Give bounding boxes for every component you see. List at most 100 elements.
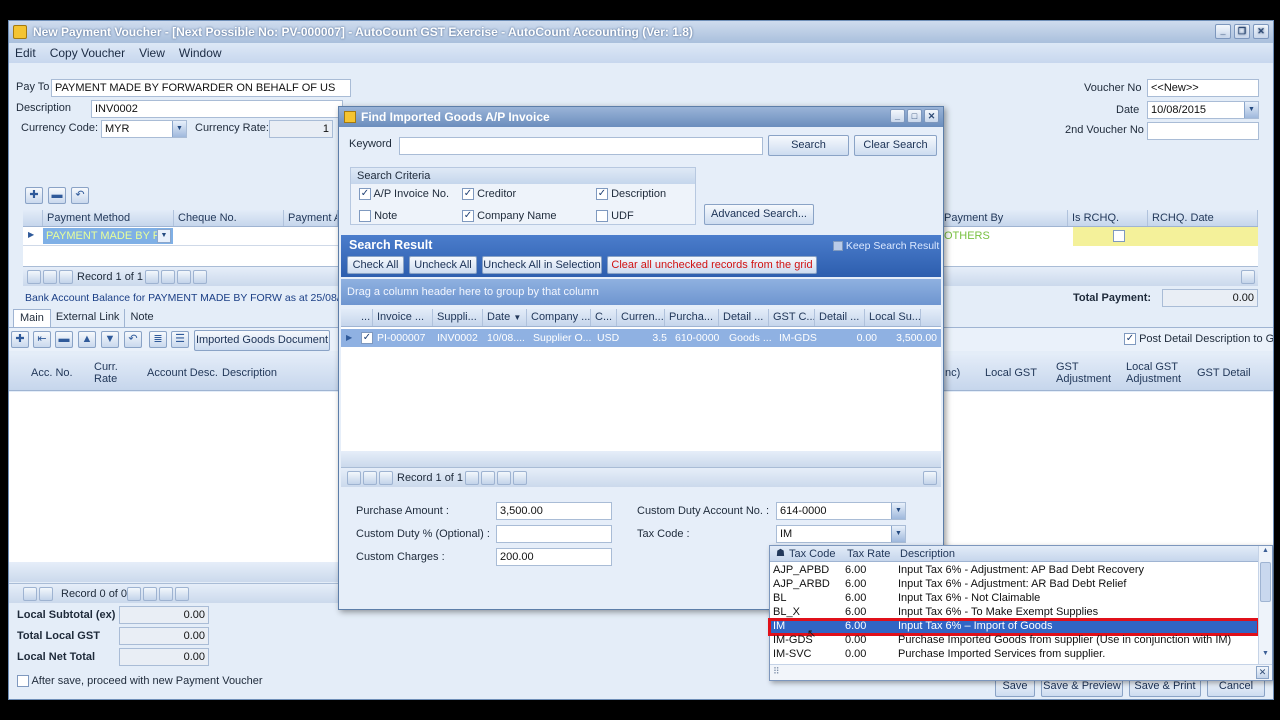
post-detail-checkbox[interactable]: ✓: [1124, 333, 1136, 346]
col-invoice[interactable]: Invoice ...: [373, 309, 433, 326]
close-popup-icon[interactable]: ✕: [1256, 666, 1269, 679]
tab-note[interactable]: Note: [125, 309, 158, 327]
next-record-icon[interactable]: [465, 471, 479, 485]
chevron-down-icon[interactable]: ▼: [157, 229, 171, 243]
chevron-down-icon[interactable]: ▼: [1244, 102, 1258, 118]
minimize-button[interactable]: _: [1215, 24, 1231, 39]
resize-grip-icon[interactable]: ⠿: [773, 666, 780, 677]
col-currency[interactable]: C...: [591, 309, 617, 326]
tax-col-rate[interactable]: Tax Rate: [847, 548, 890, 560]
rchq-cells[interactable]: [1073, 227, 1258, 246]
col-company[interactable]: Company ...: [527, 309, 591, 326]
menu-copy-voucher[interactable]: Copy Voucher: [50, 46, 125, 60]
scroll-thumb[interactable]: [1260, 562, 1271, 602]
tab-main[interactable]: Main: [13, 309, 51, 327]
menu-window[interactable]: Window: [179, 46, 222, 60]
row-select-checkbox[interactable]: ✓: [361, 332, 373, 344]
clear-search-button[interactable]: Clear Search: [854, 135, 937, 156]
first-record-icon[interactable]: [347, 471, 361, 485]
custom-charges-field[interactable]: 200.00: [496, 548, 612, 566]
chevron-down-icon[interactable]: ▼: [891, 526, 905, 542]
next-page-icon[interactable]: [481, 471, 495, 485]
criteria-description[interactable]: ✓ Description: [596, 188, 666, 201]
prev-record-icon[interactable]: [39, 587, 53, 601]
tax-code-row[interactable]: IM-SVC 0.00 Purchase Imported Services fro…: [770, 648, 1258, 662]
col-payment-by[interactable]: Payment By: [938, 210, 1068, 226]
first-record-icon[interactable]: [27, 270, 41, 284]
criteria-ap-invoice-checkbox[interactable]: ✓: [359, 188, 371, 201]
col-amount-inc[interactable]: nc): [945, 355, 960, 391]
add-row-icon[interactable]: ✚: [25, 187, 43, 204]
col-is-rchq[interactable]: Is RCHQ.: [1068, 210, 1148, 226]
uncheck-all-button[interactable]: Uncheck All: [409, 256, 477, 274]
col-purchase[interactable]: Purcha...: [665, 309, 719, 326]
tax-col-description[interactable]: Description: [900, 548, 955, 560]
post-detail-option[interactable]: ✓ Post Detail Description to G/L: [1124, 333, 1273, 346]
prev-page-icon[interactable]: [43, 270, 57, 284]
check-all-button[interactable]: Check All: [347, 256, 404, 274]
criteria-note-checkbox[interactable]: [359, 210, 371, 223]
col-select[interactable]: ...: [341, 309, 373, 326]
tax-code-row[interactable]: BL 6.00 Input Tax 6% - Not Claimable: [770, 592, 1258, 606]
scroll-left-icon[interactable]: [513, 471, 527, 485]
col-local-gst[interactable]: Local GST: [985, 355, 1037, 391]
custom-duty-pct-field[interactable]: [496, 525, 612, 543]
tab-external-link[interactable]: External Link: [51, 309, 126, 327]
col-payment-method[interactable]: Payment Method: [43, 210, 174, 226]
payment-grid-row[interactable]: ▶ PAYMENT MADE BY F... ▼: [23, 227, 338, 246]
col-gst-code[interactable]: GST C...: [769, 309, 815, 326]
insert-detail-icon[interactable]: ⇤: [33, 331, 51, 348]
dialog-maximize-button[interactable]: □: [907, 109, 922, 123]
scroll-right-icon[interactable]: [923, 471, 937, 485]
notes-icon[interactable]: ≣: [149, 331, 167, 348]
restore-button[interactable]: ❐: [1234, 24, 1250, 39]
col-detail-amount[interactable]: Detail ...: [815, 309, 865, 326]
tax-code-dropdown[interactable]: IM ▼: [776, 525, 906, 543]
col-supplier[interactable]: Suppli...: [433, 309, 483, 326]
tax-code-row[interactable]: AJP_APBD 6.00 Input Tax 6% - Adjustment: A…: [770, 564, 1258, 578]
menu-edit[interactable]: Edit: [15, 46, 36, 60]
criteria-company-name[interactable]: ✓ Company Name: [462, 210, 557, 223]
undo-detail-icon[interactable]: ↶: [124, 331, 142, 348]
dialog-close-button[interactable]: ✕: [924, 109, 939, 123]
keep-search-result-option[interactable]: Keep Search Result: [833, 240, 939, 252]
last-record-icon[interactable]: [159, 587, 173, 601]
col-gst-adjustment[interactable]: GST Adjustment: [1056, 355, 1116, 391]
currency-code-dropdown[interactable]: MYR ▼: [101, 120, 187, 138]
tax-code-row[interactable]: IM-GDS 0.00 Purchase Imported Goods from s…: [770, 634, 1258, 648]
advanced-search-button[interactable]: Advanced Search...: [704, 204, 814, 225]
criteria-description-checkbox[interactable]: ✓: [596, 188, 608, 201]
undo-icon[interactable]: ↶: [71, 187, 89, 204]
second-voucher-field[interactable]: [1147, 122, 1259, 140]
criteria-ap-invoice[interactable]: ✓ A/P Invoice No.: [359, 188, 449, 201]
next-record-icon[interactable]: [127, 587, 141, 601]
uncheck-all-selection-button[interactable]: Uncheck All in Selection: [482, 256, 602, 274]
col-cheque-no[interactable]: Cheque No.: [174, 210, 284, 226]
col-account-desc[interactable]: Account Desc.: [147, 355, 218, 391]
purchase-amount-field[interactable]: 3,500.00: [496, 502, 612, 520]
imported-goods-document-button[interactable]: Imported Goods Document: [194, 330, 330, 351]
payment-grid-row-right[interactable]: OTHERS: [938, 227, 1258, 246]
keyword-input[interactable]: [399, 137, 763, 155]
last-record-icon[interactable]: [497, 471, 511, 485]
tax-code-row[interactable]: AJP_ARBD 6.00 Input Tax 6% - Adjustment: A…: [770, 578, 1258, 592]
col-gst-detail[interactable]: GST Detail: [1197, 355, 1251, 391]
col-local-subtotal[interactable]: Local Su...: [865, 309, 921, 326]
detail-scrollbar[interactable]: [9, 562, 339, 582]
criteria-udf[interactable]: UDF: [596, 210, 634, 223]
next-record-icon[interactable]: [145, 270, 159, 284]
chevron-down-icon[interactable]: ▼: [891, 503, 905, 519]
move-up-icon[interactable]: ▲: [78, 331, 96, 348]
last-record-icon[interactable]: [177, 270, 191, 284]
criteria-company-name-checkbox[interactable]: ✓: [462, 210, 474, 223]
pay-to-field[interactable]: PAYMENT MADE BY FORWARDER ON BEHALF OF U…: [51, 79, 351, 97]
prev-page-icon[interactable]: [363, 471, 377, 485]
first-record-icon[interactable]: [23, 587, 37, 601]
next-page-icon[interactable]: [143, 587, 157, 601]
col-rchq-date[interactable]: RCHQ. Date: [1148, 210, 1258, 226]
after-save-checkbox[interactable]: [17, 675, 29, 688]
move-down-icon[interactable]: ▼: [101, 331, 119, 348]
col-curr-rate[interactable]: Curr. Rate: [94, 355, 130, 391]
prev-record-icon[interactable]: [379, 471, 393, 485]
custom-duty-account-dropdown[interactable]: 614-0000 ▼: [776, 502, 906, 520]
